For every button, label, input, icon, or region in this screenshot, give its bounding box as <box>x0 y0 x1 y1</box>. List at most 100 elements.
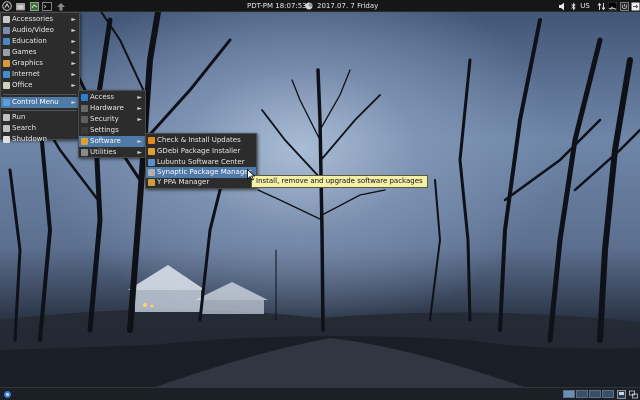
office-icon <box>3 82 10 89</box>
shutdown-icon <box>3 136 10 143</box>
network-tray[interactable] <box>569 1 577 11</box>
terminal-launcher[interactable] <box>42 1 52 11</box>
updates-icon <box>148 137 155 144</box>
workspace-1[interactable] <box>563 390 575 398</box>
menu-separator <box>3 110 77 111</box>
lubuntu-logo-icon <box>2 1 12 11</box>
transfer-tray[interactable] <box>596 1 606 11</box>
hardware-icon <box>81 105 88 112</box>
terminal-icon <box>42 1 52 11</box>
menu-item-security[interactable]: Security ► <box>79 114 145 125</box>
menu-item-run[interactable]: Run <box>1 112 79 123</box>
menu-item-accessories[interactable]: Accessories ► <box>1 14 79 25</box>
run-icon <box>3 114 10 121</box>
date-display[interactable]: 2017.07. 7 Friday <box>317 0 378 12</box>
submenu-arrow-icon: ► <box>137 116 142 123</box>
control-submenu: Access ► Hardware ► Security ► Settings … <box>78 90 146 158</box>
submenu-arrow-icon: ► <box>71 16 76 23</box>
utilities-icon <box>81 149 88 156</box>
menu-item-hardware[interactable]: Hardware ► <box>79 103 145 114</box>
search-icon <box>3 125 10 132</box>
menu-item-office[interactable]: Office ► <box>1 80 79 91</box>
wallpaper-foggy-forest <box>0 0 640 400</box>
software-submenu: Check & Install Updates GDebi Package In… <box>145 133 257 189</box>
synaptic-icon <box>148 169 155 176</box>
menu-item-y-ppa-manager[interactable]: Y PPA Manager <box>146 177 256 188</box>
menu-item-games[interactable]: Games ► <box>1 47 79 58</box>
cpu-graph-icon <box>607 1 617 11</box>
show-desktop-button[interactable] <box>616 389 626 399</box>
transfer-arrows-icon <box>597 2 605 10</box>
menu-item-audio-video[interactable]: Audio/Video ► <box>1 25 79 36</box>
main-menu-button[interactable] <box>2 1 12 11</box>
main-menu: Accessories ► Audio/Video ► Education ► … <box>0 12 80 143</box>
house <box>128 265 268 314</box>
logout-icon <box>631 2 639 10</box>
weather-icon <box>305 2 313 10</box>
menu-item-graphics[interactable]: Graphics ► <box>1 58 79 69</box>
menu-item-search[interactable]: Search <box>1 123 79 134</box>
security-icon <box>81 116 88 123</box>
audio-video-icon <box>3 27 10 34</box>
menu-item-gdebi[interactable]: GDebi Package Installer <box>146 146 256 157</box>
show-desktop-launcher[interactable] <box>56 1 66 11</box>
bottom-panel <box>0 387 640 400</box>
education-icon <box>3 38 10 45</box>
top-panel: PDT-PM 18:07:53 2017.07. 7 Friday US <box>0 0 640 12</box>
desktop[interactable]: PDT-PM 18:07:53 2017.07. 7 Friday US Acc… <box>0 0 640 400</box>
submenu-arrow-icon: ► <box>71 60 76 67</box>
workspace-2[interactable] <box>576 390 588 398</box>
internet-icon <box>3 71 10 78</box>
keyboard-layout-label: US <box>580 2 590 10</box>
menu-item-access[interactable]: Access ► <box>79 92 145 103</box>
submenu-arrow-icon: ► <box>71 82 76 89</box>
workspace-4[interactable] <box>602 390 614 398</box>
menu-separator <box>3 94 77 95</box>
submenu-arrow-icon: ► <box>137 149 142 156</box>
submenu-arrow-icon: ► <box>137 105 142 112</box>
trees <box>8 0 640 343</box>
games-icon <box>3 49 10 56</box>
mouse-cursor-icon <box>247 169 255 181</box>
menu-item-utilities[interactable]: Utilities ► <box>79 147 145 158</box>
submenu-arrow-icon: ► <box>71 27 76 34</box>
menu-item-control-menu[interactable]: Control Menu ► <box>1 97 79 108</box>
software-center-icon <box>148 159 155 166</box>
logout-tray[interactable] <box>630 1 640 11</box>
submenu-arrow-icon: ► <box>71 71 76 78</box>
menu-item-education[interactable]: Education ► <box>1 36 79 47</box>
volume-tray[interactable] <box>557 1 567 11</box>
ppa-manager-icon <box>148 179 155 186</box>
menu-item-check-install-updates[interactable]: Check & Install Updates <box>146 135 256 146</box>
accessories-icon <box>3 16 10 23</box>
gdebi-icon <box>148 148 155 155</box>
menu-item-shutdown[interactable]: Shutdown <box>1 134 79 143</box>
menu-item-settings[interactable]: Settings <box>79 125 145 136</box>
cpu-monitor-tray[interactable] <box>607 1 617 11</box>
menu-item-internet[interactable]: Internet ► <box>1 69 79 80</box>
up-arrow-icon <box>57 2 65 10</box>
power-tray[interactable] <box>619 1 629 11</box>
window-list-button[interactable] <box>628 389 638 399</box>
submenu-arrow-icon: ► <box>137 138 142 145</box>
lubuntu-small-icon <box>3 390 11 398</box>
bluetooth-icon <box>570 2 576 10</box>
submenu-arrow-icon: ► <box>71 99 76 106</box>
menu-item-software[interactable]: Software ► <box>79 136 145 147</box>
settings-icon <box>81 127 88 134</box>
power-icon <box>619 1 629 11</box>
windows-overview-icon <box>616 389 626 399</box>
tooltip: Install, remove and upgrade software pac… <box>251 175 428 188</box>
workspace-3[interactable] <box>589 390 601 398</box>
screens-icon <box>628 390 638 398</box>
keyboard-layout-indicator[interactable]: US <box>578 1 592 11</box>
speaker-icon <box>558 2 564 10</box>
clock[interactable]: PDT-PM 18:07:53 <box>247 0 307 12</box>
bottom-menu-button[interactable] <box>2 389 12 399</box>
control-menu-icon <box>3 99 10 106</box>
file-manager-icon <box>15 2 25 10</box>
file-manager-launcher[interactable] <box>15 1 25 11</box>
browser-icon <box>29 1 39 11</box>
submenu-arrow-icon: ► <box>137 94 142 101</box>
browser-launcher[interactable] <box>29 1 39 11</box>
